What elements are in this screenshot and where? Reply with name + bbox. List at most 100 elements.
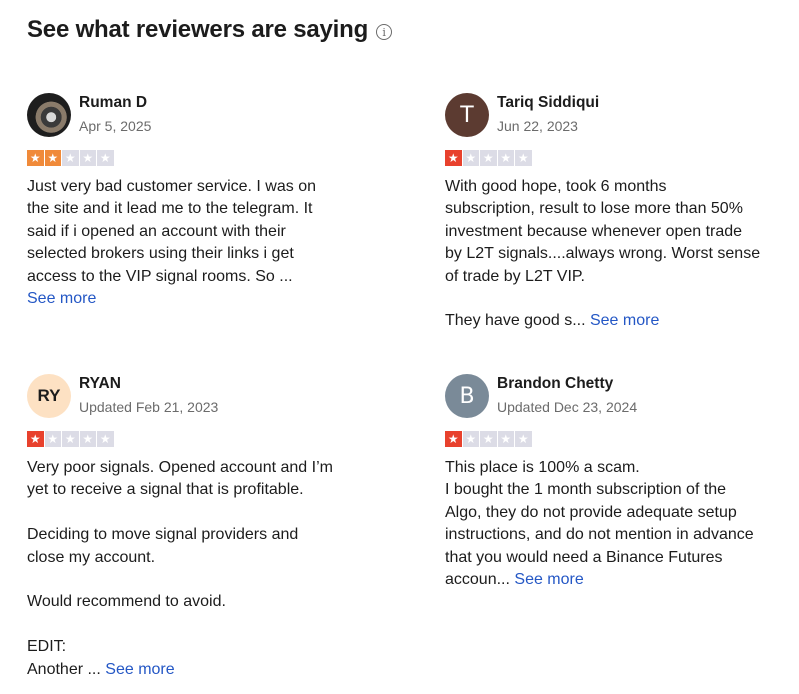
review-text-segment: by L2T signals....always wrong. Worst se… xyxy=(445,245,761,263)
star-icon: ★ xyxy=(97,431,114,447)
review-text-line: accoun... See more xyxy=(445,569,785,591)
review-text-line: They have good s... See more xyxy=(445,310,785,332)
review-text-segment: Very poor signals. Opened account and I’… xyxy=(27,459,333,476)
star-icon: ★ xyxy=(497,431,514,447)
reviewer-name[interactable]: Ruman D xyxy=(79,93,151,113)
reviewer-info: Tariq Siddiqui Jun 22, 2023 xyxy=(497,93,599,136)
star-rating: ★ ★ ★ ★ ★ xyxy=(445,431,785,447)
star-icon: ★ xyxy=(462,150,479,166)
review-text-line: Algo, they do not provide adequate setup xyxy=(445,502,785,524)
review-text-line: This place is 100% a scam. xyxy=(445,457,785,479)
reviewer-name[interactable]: Tariq Siddiqui xyxy=(497,93,599,113)
review-text: Just very bad customer service. I was on… xyxy=(27,176,367,310)
review-text-segment: Just very bad customer service. I was on xyxy=(27,178,316,195)
review-text-line: selected brokers using their links i get xyxy=(27,243,367,265)
review-text-segment: Algo, they do not provide adequate setup xyxy=(445,503,737,521)
review-text-segment: close my account. xyxy=(27,548,156,566)
review-text-line: With good hope, took 6 months xyxy=(445,176,785,198)
review-date: Apr 5, 2025 xyxy=(79,118,152,134)
review-text-segment: access to the VIP signal rooms. So ... xyxy=(27,267,293,285)
review-header: RY RYAN Updated Feb 21, 2023 xyxy=(27,374,367,418)
review-text-line: that you would need a Binance Futures xyxy=(445,547,785,569)
review-text-line: investment because whenever open trade xyxy=(445,221,785,243)
review-text-line xyxy=(27,614,367,636)
review-text-segment: accoun... xyxy=(445,571,510,589)
review-text-line xyxy=(27,502,367,524)
star-icon: ★ xyxy=(480,150,497,166)
review-text-line: said if i opened an account with their xyxy=(27,221,367,243)
review-text-line: Deciding to move signal providers and xyxy=(27,524,367,546)
review-text-segment: They have good s... xyxy=(445,312,586,330)
star-icon: ★ xyxy=(497,150,514,166)
reviewer-info: Brandon Chetty Updated Dec 23, 2024 xyxy=(497,374,637,417)
star-rating: ★ ★ ★ ★ ★ xyxy=(27,431,367,447)
review-text-segment: investment because whenever open trade xyxy=(445,222,743,240)
avatar[interactable] xyxy=(27,93,71,137)
avatar[interactable]: B xyxy=(445,374,489,418)
see-more-link[interactable]: See more xyxy=(590,312,659,329)
review-text-line: instructions, and do not mention in adva… xyxy=(445,524,785,546)
review-text-segment: selected brokers using their links i get xyxy=(27,245,294,263)
review-text-segment: the site and it lead me to the telegram.… xyxy=(27,200,313,218)
review-text-segment: Another ... xyxy=(27,660,101,678)
review-text-segment: yet to receive a signal that is profitab… xyxy=(27,481,304,499)
review-text-segment: subscription, result to lose more than 5… xyxy=(445,200,743,218)
review-card: Ruman D Apr 5, 2025 ★ ★ ★ ★ ★ Just very bad cus… xyxy=(27,93,367,310)
star-icon: ★ xyxy=(27,150,44,166)
review-text-line: Very poor signals. Opened account and I’… xyxy=(27,457,367,479)
review-text-segment: Would recommend to avoid. xyxy=(27,593,226,611)
reviewer-info: RYAN Updated Feb 21, 2023 xyxy=(79,374,218,417)
review-text-line: Would recommend to avoid. xyxy=(27,591,367,613)
see-more-link[interactable]: See more xyxy=(105,661,174,678)
star-icon: ★ xyxy=(79,150,96,166)
see-more-link[interactable]: See more xyxy=(514,571,583,588)
star-icon: ★ xyxy=(515,150,532,166)
review-text: Very poor signals. Opened account and I’… xyxy=(27,457,367,681)
star-icon: ★ xyxy=(445,150,462,166)
section-header: See what reviewers are saying i xyxy=(27,16,393,44)
review-text-line: of trade by L2T VIP. xyxy=(445,266,785,288)
review-text-line: Just very bad customer service. I was on xyxy=(27,176,367,198)
review-text-line xyxy=(445,288,785,310)
star-icon: ★ xyxy=(27,431,44,447)
review-text-line: access to the VIP signal rooms. So ... xyxy=(27,266,367,288)
reviewer-info: Ruman D Apr 5, 2025 xyxy=(79,93,151,136)
avatar[interactable]: T xyxy=(445,93,489,137)
review-text: With good hope, took 6 months subscriptio… xyxy=(445,176,785,333)
review-text-line: I bought the 1 month subscription of the xyxy=(445,479,785,501)
review-text-line: by L2T signals....always wrong. Worst se… xyxy=(445,243,785,265)
review-header: Ruman D Apr 5, 2025 xyxy=(27,93,367,137)
star-icon: ★ xyxy=(44,150,61,166)
review-date: Updated Dec 23, 2024 xyxy=(497,399,638,415)
review-card: T Tariq Siddiqui Jun 22, 2023 ★ ★ ★ ★ ★ With goo… xyxy=(445,93,785,333)
review-text-segment: With good hope, took 6 months xyxy=(445,178,667,195)
section-title: See what reviewers are saying xyxy=(27,16,369,43)
star-icon: ★ xyxy=(480,431,497,447)
info-icon[interactable]: i xyxy=(376,24,393,40)
star-icon: ★ xyxy=(79,431,96,447)
review-text-line: close my account. xyxy=(27,547,367,569)
review-text-line: the site and it lead me to the telegram.… xyxy=(27,198,367,220)
review-card: B Brandon Chetty Updated Dec 23, 2024 ★ ★ ★ ★ ★… xyxy=(445,374,785,591)
star-rating: ★ ★ ★ ★ ★ xyxy=(445,150,785,166)
star-icon: ★ xyxy=(445,431,462,447)
review-date: Jun 22, 2023 xyxy=(497,118,578,134)
star-icon: ★ xyxy=(97,150,114,166)
star-icon: ★ xyxy=(462,431,479,447)
review-date: Updated Feb 21, 2023 xyxy=(79,399,219,415)
review-text-line: subscription, result to lose more than 5… xyxy=(445,198,785,220)
review-text-segment: said if i opened an account with their xyxy=(27,222,286,240)
review-text-line: Another ... See more xyxy=(27,659,367,681)
review-text-segment: This place is 100% a scam. xyxy=(445,459,640,476)
see-more-link[interactable]: See more xyxy=(27,290,96,307)
reviewer-name[interactable]: Brandon Chetty xyxy=(497,374,637,394)
star-icon: ★ xyxy=(44,431,61,447)
avatar[interactable]: RY xyxy=(27,374,71,418)
star-icon: ★ xyxy=(62,431,79,447)
review-text-segment: I bought the 1 month subscription of the xyxy=(445,481,727,499)
review-card: RY RYAN Updated Feb 21, 2023 ★ ★ ★ ★ ★ Very poor… xyxy=(27,374,367,681)
review-text-segment: instructions, and do not mention in adva… xyxy=(445,526,754,544)
review-text-segment: EDIT: xyxy=(27,638,67,656)
reviewer-name[interactable]: RYAN xyxy=(79,374,218,394)
star-icon: ★ xyxy=(62,150,79,166)
